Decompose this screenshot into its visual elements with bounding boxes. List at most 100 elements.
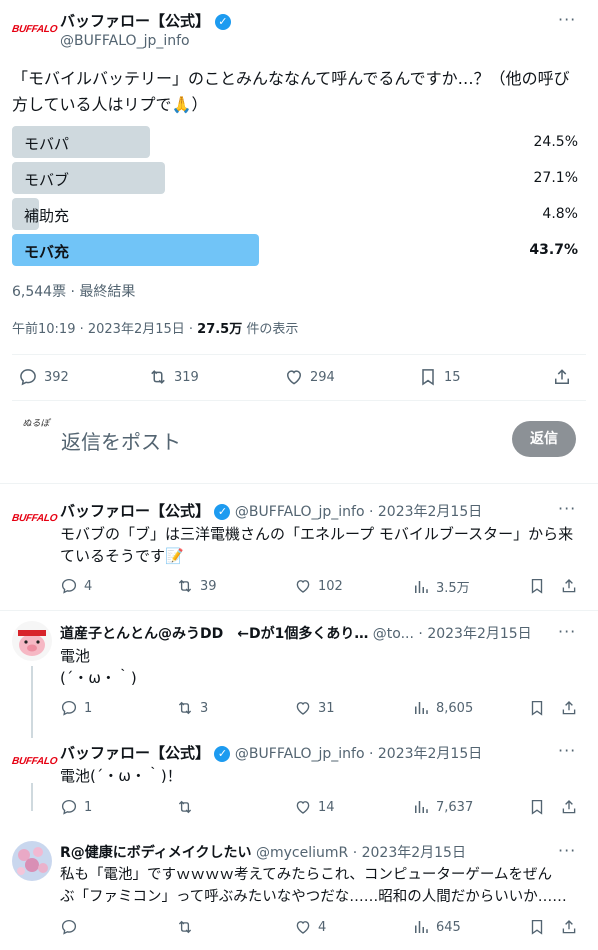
like-count: 294 <box>310 369 335 385</box>
reply-header: 道産子とんとん@みうDD ←Dが1個多くあり… @to... · 2023年2月… <box>60 623 565 643</box>
more-options-icon[interactable]: ··· <box>558 10 576 29</box>
author-handle[interactable]: @to... <box>373 626 414 642</box>
reply-submit-button[interactable]: 返信 <box>512 421 576 457</box>
reply-button[interactable] <box>60 918 84 936</box>
author-name[interactable]: 道産子とんとん@みうDD ←Dが1個多くあり… <box>60 626 368 642</box>
reply-date[interactable]: · 2023年2月15日 <box>369 504 482 520</box>
retweet-button[interactable] <box>176 918 200 936</box>
poll-option-percent: 43.7% <box>529 242 578 258</box>
buffalo-logo[interactable]: BUFFALO <box>11 513 58 524</box>
author-handle[interactable]: @myceliumR <box>256 845 348 861</box>
buffalo-logo[interactable]: BUFFALO <box>11 24 58 35</box>
reply-button[interactable]: 4 <box>60 577 92 595</box>
bookmark-button[interactable] <box>528 699 546 717</box>
reply-button[interactable]: 1 <box>60 699 92 717</box>
reply-text-line: ぶ「ファミコン」って呼ぶみたいなやつだな……昭和の人間だからいいか…… <box>60 889 567 905</box>
divider <box>0 610 598 611</box>
author-handle[interactable]: @BUFFALO_jp_info <box>60 33 190 49</box>
reply-date[interactable]: · 2023年2月15日 <box>418 626 531 642</box>
reply-icon <box>61 919 77 935</box>
like-button[interactable]: 31 <box>294 699 335 717</box>
retweet-icon <box>178 800 192 814</box>
author-name[interactable]: R@健康にボディメイクしたい <box>60 845 252 861</box>
poll-option: モバパ 24.5% <box>12 126 578 158</box>
reply-button[interactable]: 1 <box>60 798 92 816</box>
poll-option-label: 補助充 <box>24 207 70 225</box>
bookmark-button[interactable]: 15 <box>418 367 461 387</box>
share-button[interactable] <box>560 699 578 717</box>
reply-count: 1 <box>84 700 93 716</box>
retweet-button[interactable]: 319 <box>148 367 199 387</box>
reply-count: 1 <box>84 799 93 815</box>
divider <box>0 483 598 484</box>
reply-button[interactable]: 392 <box>18 367 69 387</box>
reply-text-line: 電池 <box>60 647 91 665</box>
divider <box>12 400 586 401</box>
reply-header: R@健康にボディメイクしたい @myceliumR · 2023年2月15日 <box>60 842 466 862</box>
like-count: 14 <box>318 799 335 815</box>
bookmark-button[interactable] <box>528 577 546 595</box>
share-button[interactable] <box>552 367 572 387</box>
timestamp[interactable]: 午前10:19 · 2023年2月15日 · <box>12 322 197 337</box>
views-button[interactable]: 645 <box>412 918 461 936</box>
more-options-icon[interactable]: ··· <box>558 841 576 860</box>
author-handle[interactable]: @BUFFALO_jp_info <box>235 504 365 520</box>
more-options-icon[interactable]: ··· <box>558 622 576 641</box>
reply-count: 392 <box>44 369 69 385</box>
verified-badge-icon: ✓ <box>214 504 231 520</box>
retweet-count: 39 <box>200 578 217 594</box>
retweet-icon <box>178 579 192 593</box>
heart-icon <box>296 801 310 814</box>
more-options-icon[interactable]: ··· <box>558 741 576 760</box>
like-button[interactable]: 14 <box>294 798 335 816</box>
reply-text: モバブの「ブ」は三洋電機さんの「エネループ モバイルブースター」から来ているそう… <box>60 525 574 565</box>
views-chart-icon <box>415 702 428 714</box>
retweet-button[interactable] <box>176 798 200 816</box>
poll-summary: 6,544票 · 最終結果 <box>12 284 136 300</box>
author-name[interactable]: バッファロー【公式】 <box>60 502 210 520</box>
bookmark-button[interactable] <box>528 798 546 816</box>
reply-date[interactable]: · 2023年2月15日 <box>369 746 482 762</box>
reply-text-line: 私も「電池」ですｗｗｗｗ考えてみたらこれ、コンピューターゲームをぜん <box>60 867 552 883</box>
share-icon <box>555 369 569 384</box>
bookmark-icon <box>422 369 434 386</box>
views-button[interactable]: 8,605 <box>412 699 473 717</box>
reply-date[interactable]: · 2023年2月15日 <box>353 845 466 861</box>
bookmark-button[interactable] <box>528 918 546 936</box>
poll-option-label: モバ充 <box>24 243 70 261</box>
share-icon <box>562 920 576 934</box>
bookmark-icon <box>531 799 543 815</box>
more-options-icon[interactable]: ··· <box>558 499 576 518</box>
thread-line <box>31 666 33 738</box>
flower-avatar-icon <box>12 841 52 881</box>
heart-icon <box>296 702 310 715</box>
retweet-icon <box>151 370 165 384</box>
share-button[interactable] <box>560 798 578 816</box>
share-button[interactable] <box>560 577 578 595</box>
author-name[interactable]: バッファロー【公式】 <box>60 744 210 762</box>
buffalo-logo[interactable]: BUFFALO <box>11 756 58 767</box>
like-button[interactable]: 294 <box>284 367 335 387</box>
views-chart-icon <box>415 921 428 933</box>
views-button[interactable]: 3.5万 <box>412 577 470 596</box>
share-icon <box>562 701 576 715</box>
avatar[interactable] <box>12 841 52 881</box>
views-chart-icon <box>415 801 428 813</box>
poll-option-label: モバブ <box>24 171 70 189</box>
reply-icon <box>61 700 77 716</box>
views-button[interactable]: 7,637 <box>412 798 473 816</box>
user-avatar[interactable]: ぬるぽ <box>20 418 52 458</box>
poll-option-winner: モバ充 43.7% <box>12 234 578 266</box>
retweet-button[interactable]: 3 <box>176 699 208 717</box>
share-button[interactable] <box>560 918 578 936</box>
author-name[interactable]: バッファロー【公式】 <box>60 12 210 30</box>
reply-input[interactable]: 返信をポスト <box>61 426 181 455</box>
like-button[interactable]: 4 <box>294 918 326 936</box>
like-button[interactable]: 102 <box>294 577 343 595</box>
author-handle[interactable]: @BUFFALO_jp_info <box>235 746 365 762</box>
poll-option: モバブ 27.1% <box>12 162 578 194</box>
verified-badge-icon: ✓ <box>214 13 231 30</box>
retweet-button[interactable]: 39 <box>176 577 217 595</box>
avatar[interactable] <box>12 621 52 661</box>
share-icon <box>562 800 576 814</box>
